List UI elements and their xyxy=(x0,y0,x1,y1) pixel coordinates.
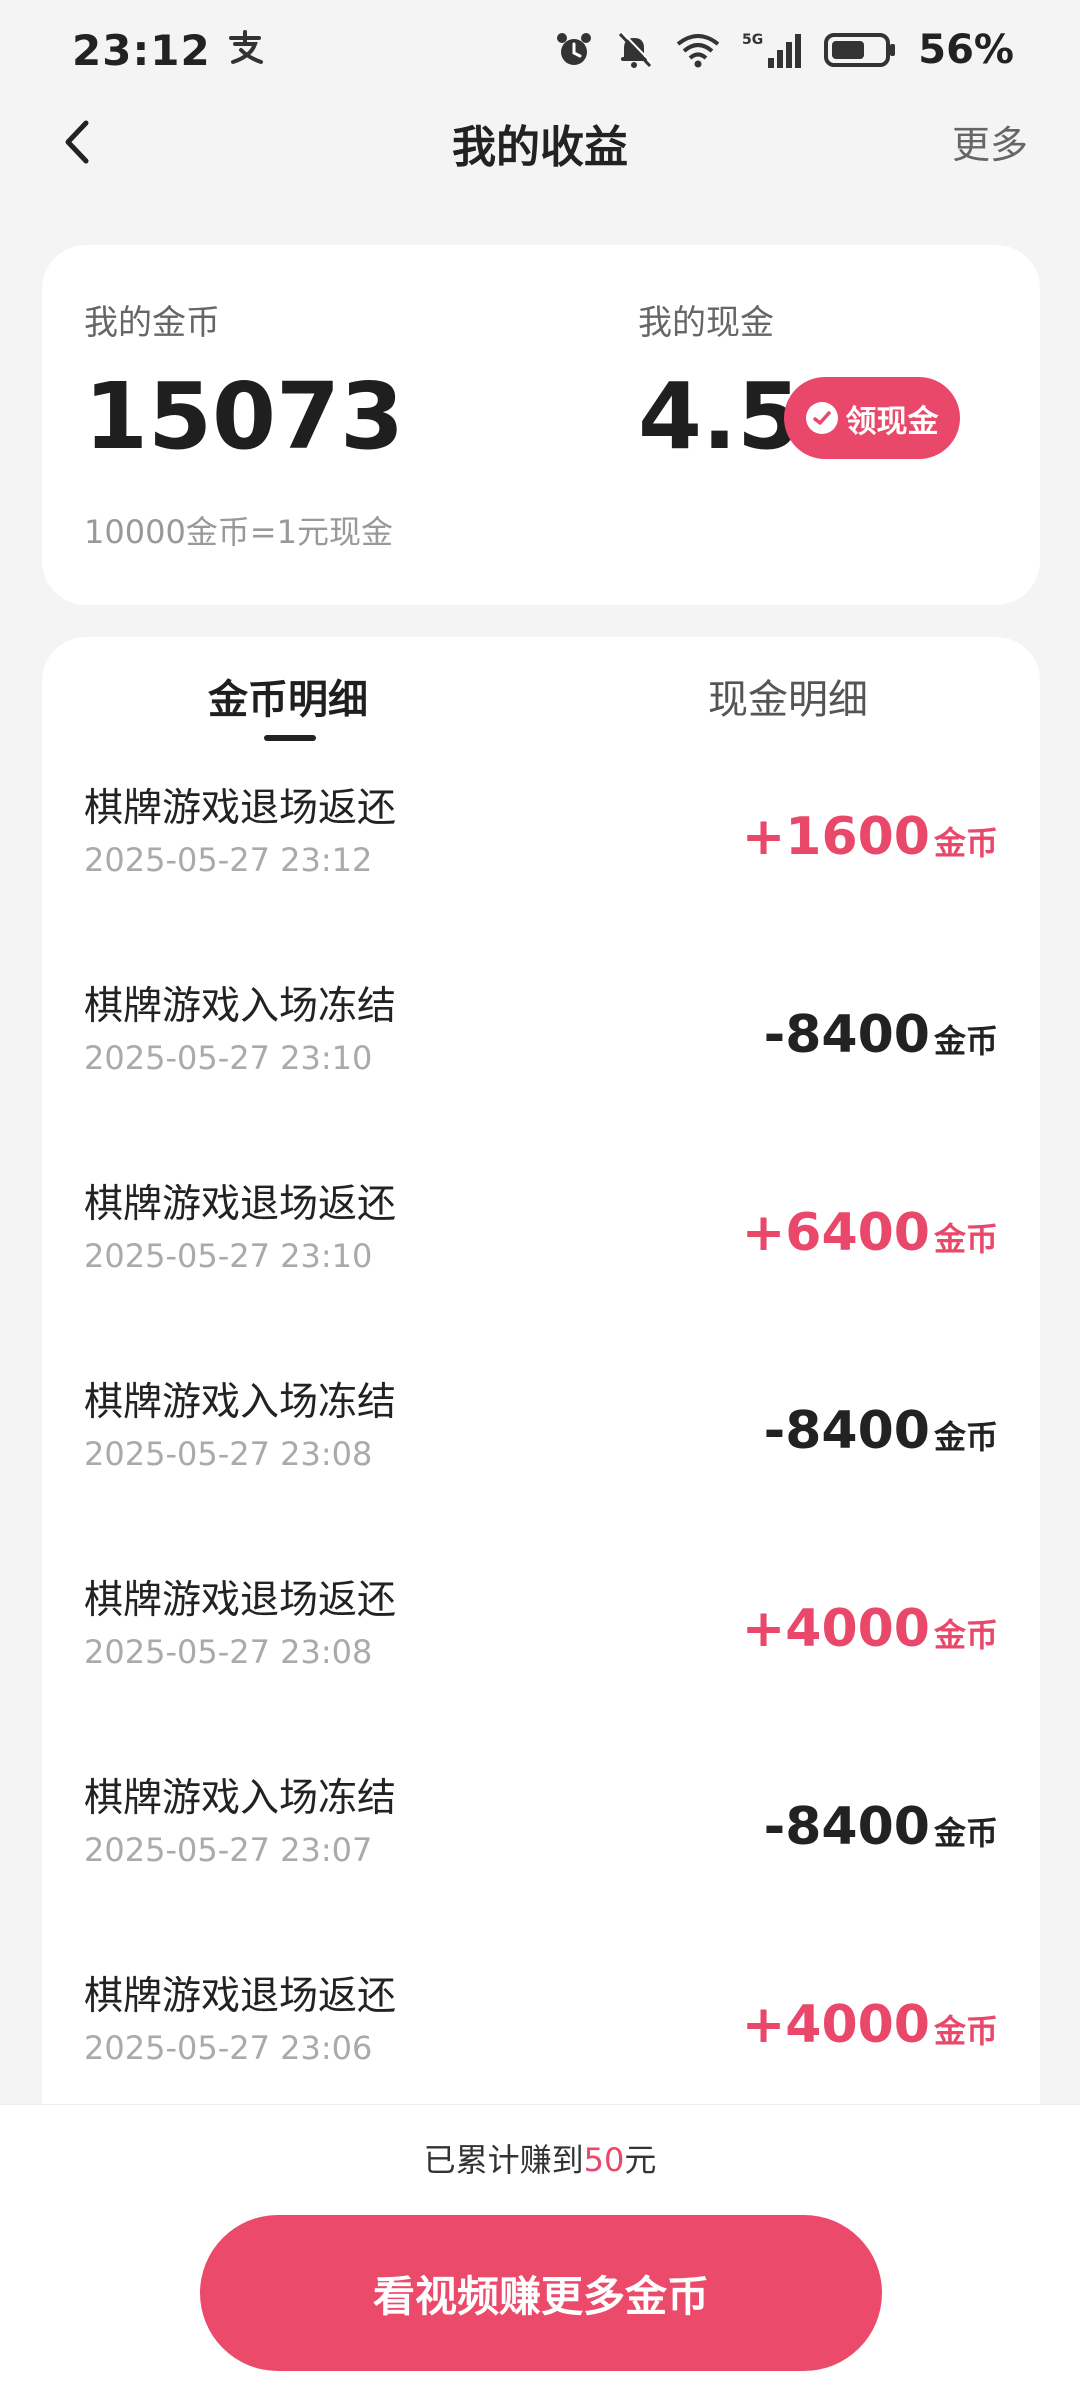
record-amount: -8400 金币 xyxy=(764,1401,998,1461)
record-amount-value: +4000 xyxy=(741,1599,930,1659)
detail-card: 金币明细 现金明细 棋牌游戏退场返还 2025-05-27 23:12 +1600 金… xyxy=(42,637,1040,2137)
watch-video-earn-button[interactable]: 看视频赚更多金币 xyxy=(200,2215,882,2371)
record-title: 棋牌游戏退场返还 xyxy=(84,786,397,831)
withdraw-icon xyxy=(805,402,838,434)
alipay-icon xyxy=(225,30,265,70)
record-time: 2025-05-27 23:06 xyxy=(84,2029,373,2067)
record-amount-unit: 金币 xyxy=(933,2012,998,2050)
list-item[interactable]: 棋牌游戏入场冻结 2025-05-27 23:08 -8400 金币 xyxy=(42,1371,1040,1569)
detail-tabs: 金币明细 现金明细 xyxy=(42,637,1040,757)
record-amount-unit: 金币 xyxy=(933,1814,998,1852)
battery-percentage: 56% xyxy=(918,27,1014,73)
record-title: 棋牌游戏退场返还 xyxy=(84,1182,397,1227)
record-title: 棋牌游戏入场冻结 xyxy=(84,984,397,1029)
record-amount: -8400 金币 xyxy=(764,1797,998,1857)
withdraw-cash-button[interactable]: 领现金 xyxy=(784,377,960,459)
record-amount-value: -8400 xyxy=(763,1401,930,1461)
status-left: 23:12 xyxy=(72,26,265,75)
list-item[interactable]: 棋牌游戏入场冻结 2025-05-27 23:10 -8400 金币 xyxy=(42,975,1040,1173)
record-time: 2025-05-27 23:10 xyxy=(84,1237,373,1275)
record-amount: -8400 金币 xyxy=(764,1005,998,1065)
record-time: 2025-05-27 23:07 xyxy=(84,1831,373,1869)
record-time: 2025-05-27 23:08 xyxy=(84,1633,373,1671)
cash-value: 4.5 xyxy=(638,363,801,470)
record-amount: +4000 金币 xyxy=(742,1995,998,2055)
nav-bar: 我的收益 更多 xyxy=(0,100,1080,186)
record-amount: +4000 金币 xyxy=(742,1599,998,1659)
record-amount-unit: 金币 xyxy=(933,1616,998,1654)
record-title: 棋牌游戏退场返还 xyxy=(84,1974,397,2019)
back-arrow-icon xyxy=(65,120,89,164)
record-amount-value: +4000 xyxy=(741,1995,930,2055)
earned-suffix: 元 xyxy=(624,2141,657,2179)
status-bar: 23:12 5G 56% xyxy=(0,0,1080,100)
record-amount-unit: 金币 xyxy=(933,1418,998,1456)
record-time: 2025-05-27 23:12 xyxy=(84,841,373,879)
svg-text:5G: 5G xyxy=(742,32,763,48)
list-item[interactable]: 棋牌游戏入场冻结 2025-05-27 23:07 -8400 金币 xyxy=(42,1767,1040,1965)
record-amount-unit: 金币 xyxy=(933,1220,998,1258)
earned-amount: 50 xyxy=(583,2141,625,2179)
page-title: 我的收益 xyxy=(452,122,628,173)
back-button[interactable] xyxy=(46,112,106,172)
earned-prefix: 已累计赚到 xyxy=(423,2141,584,2179)
record-time: 2025-05-27 23:08 xyxy=(84,1435,373,1473)
bell-muted-icon xyxy=(614,30,654,70)
earnings-summary-card: 我的金币 15073 10000金币=1元现金 我的现金 4.5 领现金 xyxy=(42,245,1040,605)
coin-label: 我的金币 xyxy=(84,303,220,343)
record-time: 2025-05-27 23:10 xyxy=(84,1039,373,1077)
exchange-rate-text: 10000金币=1元现金 xyxy=(84,513,393,551)
tab-active-indicator xyxy=(264,735,316,741)
signal-icon: 5G xyxy=(742,30,804,70)
withdraw-label: 领现金 xyxy=(845,403,939,440)
record-title: 棋牌游戏入场冻结 xyxy=(84,1380,397,1425)
wifi-icon xyxy=(674,30,722,70)
record-amount-value: +1600 xyxy=(741,807,930,867)
status-right: 5G 56% xyxy=(554,27,1014,73)
coin-value: 15073 xyxy=(84,363,405,470)
tab-cash-detail[interactable]: 现金明细 xyxy=(708,667,868,725)
record-amount: +1600 金币 xyxy=(742,807,998,867)
status-time: 23:12 xyxy=(72,25,211,75)
record-amount-value: -8400 xyxy=(763,1005,930,1065)
record-title: 棋牌游戏退场返还 xyxy=(84,1578,397,1623)
battery-icon xyxy=(824,30,898,70)
list-item[interactable]: 棋牌游戏退场返还 2025-05-27 23:12 +1600 金币 xyxy=(42,777,1040,975)
record-amount-value: -8400 xyxy=(763,1797,930,1857)
cta-label: 看视频赚更多金币 xyxy=(372,2271,709,2321)
bottom-bar: 已累计赚到50元 看视频赚更多金币 xyxy=(0,2104,1080,2400)
record-title: 棋牌游戏入场冻结 xyxy=(84,1776,397,1821)
record-amount: +6400 金币 xyxy=(742,1203,998,1263)
tab-coin-detail[interactable]: 金币明细 xyxy=(208,667,368,725)
more-button[interactable]: 更多 xyxy=(952,114,1028,169)
record-amount-unit: 金币 xyxy=(933,824,998,862)
list-item[interactable]: 棋牌游戏退场返还 2025-05-27 23:10 +6400 金币 xyxy=(42,1173,1040,1371)
list-item[interactable]: 棋牌游戏退场返还 2025-05-27 23:08 +4000 金币 xyxy=(42,1569,1040,1767)
alarm-icon xyxy=(554,30,594,70)
cash-label: 我的现金 xyxy=(638,303,774,343)
total-earned-text: 已累计赚到50元 xyxy=(0,2135,1080,2181)
record-list: 棋牌游戏退场返还 2025-05-27 23:12 +1600 金币 棋牌游戏入场冻结 2… xyxy=(42,777,1040,2137)
record-amount-unit: 金币 xyxy=(933,1022,998,1060)
record-amount-value: +6400 xyxy=(741,1203,930,1263)
